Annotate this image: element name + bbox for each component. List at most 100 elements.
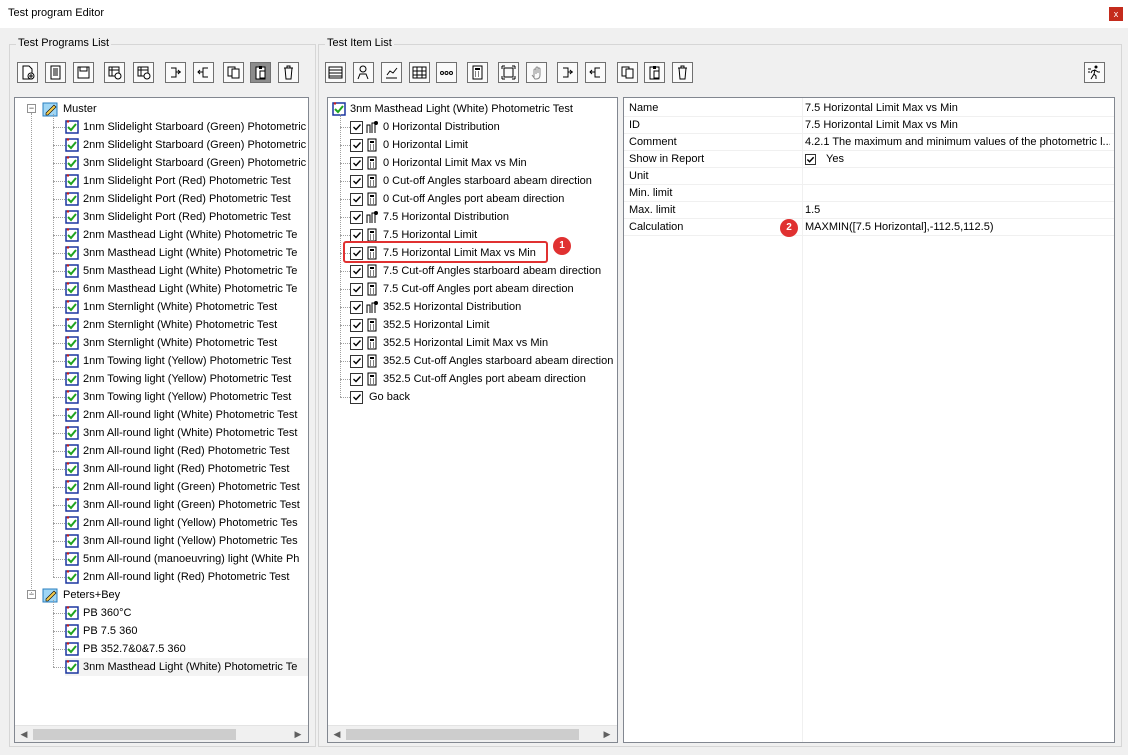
program-item[interactable]: 3nm Masthead Light (White) Photometric T…	[65, 658, 308, 676]
property-value-cell[interactable]: 7.5 Horizontal Limit Max vs Min	[805, 102, 1110, 114]
sequence-button[interactable]	[436, 62, 457, 83]
list-view-button[interactable]	[325, 62, 346, 83]
checkbox[interactable]	[350, 336, 363, 350]
test-item[interactable]: 0 Cut-off Angles starboard abeam directi…	[350, 172, 617, 190]
program-item[interactable]: 5nm All-round (manoeuvring) light (White…	[65, 550, 308, 568]
property-row[interactable]: Min. limit	[624, 185, 1114, 202]
program-item[interactable]: 3nm Masthead Light (White) Photometric T…	[65, 244, 308, 262]
program-item[interactable]: 3nm Slidelight Port (Red) Photometric Te…	[65, 208, 308, 226]
property-value-cell[interactable]: 4.2.1 The maximum and minimum values of …	[805, 136, 1110, 148]
scroll-right-icon[interactable]: ▶	[600, 728, 614, 741]
paste-button[interactable]	[250, 62, 271, 83]
property-value-cell[interactable]: MAXMIN([7.5 Horizontal],-112.5,112.5)	[805, 221, 1110, 233]
delete-button[interactable]	[672, 62, 693, 83]
calculator-button[interactable]	[467, 62, 488, 83]
programs-horizontal-scrollbar[interactable]: ◀ ▶	[15, 725, 308, 742]
property-row[interactable]: Calculation MAXMIN([7.5 Horizontal],-112.…	[624, 219, 1114, 236]
delete-button[interactable]	[278, 62, 299, 83]
test-item[interactable]: 0 Horizontal Limit Max vs Min	[350, 154, 617, 172]
test-item[interactable]: 352.5 Cut-off Angles starboard abeam dir…	[350, 352, 617, 370]
new-program-button[interactable]	[17, 62, 38, 83]
checkbox[interactable]	[350, 210, 363, 224]
checkbox[interactable]	[350, 300, 363, 314]
program-item[interactable]: 6nm Masthead Light (White) Photometric T…	[65, 280, 308, 298]
program-item[interactable]: 2nm Sternlight (White) Photometric Test	[65, 316, 308, 334]
checkbox[interactable]	[350, 264, 363, 278]
test-item[interactable]: Go back	[350, 388, 617, 406]
scroll-thumb[interactable]	[33, 729, 236, 740]
show-in-report-checkbox[interactable]	[805, 153, 816, 165]
property-value-cell[interactable]: Yes	[805, 153, 1110, 165]
property-value-cell[interactable]: 1.5	[805, 204, 1110, 216]
test-item[interactable]: 0 Horizontal Limit	[350, 136, 617, 154]
program-item[interactable]: 1nm Slidelight Port (Red) Photometric Te…	[65, 172, 308, 190]
test-item[interactable]: 352.5 Cut-off Angles port abeam directio…	[350, 370, 617, 388]
program-item[interactable]: 2nm All-round light (White) Photometric …	[65, 406, 308, 424]
test-programs-tree[interactable]: − Muster 1nm Slidelight Starboard (Green) …	[14, 97, 309, 743]
run-button[interactable]	[1084, 62, 1105, 83]
program-item[interactable]: 3nm Sternlight (White) Photometric Test	[65, 334, 308, 352]
program-item[interactable]: 1nm Towing light (Yellow) Photometric Te…	[65, 352, 308, 370]
move-out-button[interactable]	[585, 62, 606, 83]
program-item[interactable]: 3nm All-round light (Yellow) Photometric…	[65, 532, 308, 550]
program-item[interactable]: 3nm All-round light (White) Photometric …	[65, 424, 308, 442]
program-item[interactable]: 5nm Masthead Light (White) Photometric T…	[65, 262, 308, 280]
property-row[interactable]: Comment 4.2.1 The maximum and minimum val…	[624, 134, 1114, 151]
move-in-button[interactable]	[165, 62, 186, 83]
test-item[interactable]: 352.5 Horizontal Limit	[350, 316, 617, 334]
program-item[interactable]: 3nm Slidelight Starboard (Green) Photome…	[65, 154, 308, 172]
program-item[interactable]: 2nm All-round light (Red) Photometric Te…	[65, 442, 308, 460]
test-item[interactable]: 7.5 Cut-off Angles starboard abeam direc…	[350, 262, 617, 280]
program-item[interactable]: 2nm Towing light (Yellow) Photometric Te…	[65, 370, 308, 388]
checkbox[interactable]	[350, 192, 363, 206]
copy-button[interactable]	[617, 62, 638, 83]
checkbox[interactable]	[350, 282, 363, 296]
property-row[interactable]: Show in Report Yes	[624, 151, 1114, 168]
test-item[interactable]: 0 Cut-off Angles port abeam direction	[350, 190, 617, 208]
program-item[interactable]: 2nm Slidelight Starboard (Green) Photome…	[65, 136, 308, 154]
program-item[interactable]: 2nm Masthead Light (White) Photometric T…	[65, 226, 308, 244]
checkbox[interactable]	[350, 372, 363, 386]
group-expander[interactable]: −	[27, 104, 36, 113]
program-item[interactable]: 2nm All-round light (Red) Photometric Te…	[65, 568, 308, 586]
program-group[interactable]: Muster	[41, 100, 97, 118]
test-item-root[interactable]: 3nm Masthead Light (White) Photometric T…	[332, 100, 573, 118]
add-program-button[interactable]	[104, 62, 125, 83]
items-horizontal-scrollbar[interactable]: ◀ ▶	[328, 725, 617, 742]
save-button[interactable]	[73, 62, 94, 83]
scroll-left-icon[interactable]: ◀	[17, 728, 31, 741]
scroll-left-icon[interactable]: ◀	[330, 728, 344, 741]
distribution-button[interactable]	[381, 62, 402, 83]
move-out-button[interactable]	[193, 62, 214, 83]
property-row[interactable]: Unit	[624, 168, 1114, 185]
copy-button[interactable]	[223, 62, 244, 83]
program-item[interactable]: 2nm All-round light (Green) Photometric …	[65, 478, 308, 496]
test-item[interactable]: 7.5 Cut-off Angles port abeam direction	[350, 280, 617, 298]
program-item[interactable]: 2nm All-round light (Yellow) Photometric…	[65, 514, 308, 532]
move-in-button[interactable]	[557, 62, 578, 83]
close-button[interactable]: x	[1109, 7, 1123, 21]
add-item-button[interactable]	[133, 62, 154, 83]
edit-program-button[interactable]	[45, 62, 66, 83]
test-item[interactable]: 352.5 Horizontal Distribution	[350, 298, 617, 316]
program-item[interactable]: 1nm Slidelight Starboard (Green) Photome…	[65, 118, 308, 136]
checkbox[interactable]	[350, 318, 363, 332]
manual-button[interactable]	[526, 62, 547, 83]
test-item[interactable]: 352.5 Horizontal Limit Max vs Min	[350, 334, 617, 352]
checkbox[interactable]	[350, 156, 363, 170]
program-item[interactable]: PB 352.7&0&7.5 360	[65, 640, 308, 658]
checkbox[interactable]	[350, 390, 363, 404]
program-item[interactable]: 3nm Towing light (Yellow) Photometric Te…	[65, 388, 308, 406]
location-button[interactable]	[353, 62, 374, 83]
property-value-cell[interactable]: 7.5 Horizontal Limit Max vs Min	[805, 119, 1110, 131]
program-item[interactable]: 2nm Slidelight Port (Red) Photometric Te…	[65, 190, 308, 208]
program-item[interactable]: 1nm Sternlight (White) Photometric Test	[65, 298, 308, 316]
property-row[interactable]: Max. limit 1.5	[624, 202, 1114, 219]
paste-button[interactable]	[644, 62, 665, 83]
focus-button[interactable]	[498, 62, 519, 83]
checkbox[interactable]	[350, 138, 363, 152]
test-item[interactable]: 0 Horizontal Distribution	[350, 118, 617, 136]
property-row[interactable]: Name 7.5 Horizontal Limit Max vs Min	[624, 100, 1114, 117]
property-row[interactable]: ID 7.5 Horizontal Limit Max vs Min	[624, 117, 1114, 134]
checkbox[interactable]	[350, 228, 363, 242]
